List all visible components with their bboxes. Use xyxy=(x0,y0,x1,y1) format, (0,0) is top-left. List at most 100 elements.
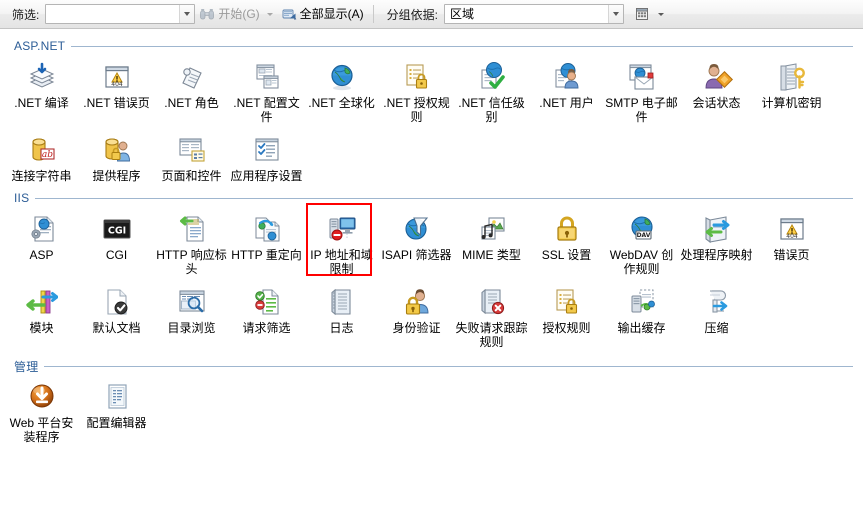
feature-configuration-editor[interactable]: 配置编辑器 xyxy=(79,375,154,444)
connection-strings-icon: ab xyxy=(26,134,58,166)
net-users-icon xyxy=(551,61,583,93)
feature-error-pages[interactable]: 404 错误页 xyxy=(754,207,829,276)
feature-label: HTTP 响应标头 xyxy=(156,248,227,276)
feature-net-authorization-rules[interactable]: .NET 授权规则 xyxy=(379,55,454,124)
feature-http-response-headers[interactable]: HTTP 响应标头 xyxy=(154,207,229,276)
feature-request-filtering[interactable]: 请求筛选 xyxy=(229,276,304,349)
request-filtering-icon xyxy=(251,286,283,318)
show-all-button-label: 全部显示(A) xyxy=(299,7,364,21)
feature-label: MIME 类型 xyxy=(462,248,521,262)
asp-icon xyxy=(26,213,58,245)
feature-net-error-pages[interactable]: 404 .NET 错误页 xyxy=(79,55,154,124)
feature-smtp-email[interactable]: SMTP 电子邮件 xyxy=(604,55,679,124)
feature-authentication[interactable]: 身份验证 xyxy=(379,276,454,349)
view-options-button[interactable] xyxy=(630,3,654,25)
feature-net-trust-levels[interactable]: .NET 信任级别 xyxy=(454,55,529,124)
feature-label: .NET 错误页 xyxy=(83,96,150,110)
feature-asp[interactable]: ASP xyxy=(4,207,79,276)
feature-mime-types[interactable]: MIME 类型 xyxy=(454,207,529,276)
start-button[interactable]: 开始(G) xyxy=(195,3,263,25)
filter-input[interactable] xyxy=(45,4,196,24)
feature-label: 计算机密钥 xyxy=(761,96,822,110)
feature-modules[interactable]: 模块 xyxy=(4,276,79,349)
group-by-select[interactable]: 区域 xyxy=(444,4,625,24)
start-dropdown-arrow[interactable] xyxy=(264,3,277,25)
feature-label: 授权规则 xyxy=(542,321,591,335)
application-settings-icon xyxy=(251,134,283,166)
feature-net-compilation[interactable]: .NET 编译 xyxy=(4,55,79,124)
group-by-dropdown-arrow[interactable] xyxy=(608,5,624,23)
features-content: ASP.NET .NET 编译 404 .NET 错误页 .NET 角色 .NE… xyxy=(0,29,863,444)
feature-grid-management: Web 平台安装程序 配置编辑器 xyxy=(0,375,863,444)
error-pages-icon: 404 xyxy=(776,213,808,245)
view-options-icon xyxy=(634,6,650,22)
feature-ip-address-domain-restrictions[interactable]: IP 地址和域限制 xyxy=(304,207,379,276)
svg-text:404: 404 xyxy=(111,81,123,88)
net-trust-levels-icon xyxy=(476,61,508,93)
feature-web-platform-installer[interactable]: Web 平台安装程序 xyxy=(4,375,79,444)
show-all-button[interactable]: 全部显示(A) xyxy=(277,3,368,25)
toolbar-separator xyxy=(372,5,374,23)
feature-failed-request-tracing-rules[interactable]: 失败请求跟踪规则 xyxy=(454,276,529,349)
feature-application-settings[interactable]: 应用程序设置 xyxy=(229,124,304,183)
feature-session-state[interactable]: 会话状态 xyxy=(679,55,754,124)
feature-pages-and-controls[interactable]: 页面和控件 xyxy=(154,124,229,183)
feature-providers[interactable]: 提供程序 xyxy=(79,124,154,183)
feature-net-globalization[interactable]: .NET 全球化 xyxy=(304,55,379,124)
group-by-value: 区域 xyxy=(450,7,475,21)
feature-label: 日志 xyxy=(329,321,354,335)
feature-grid-iis: ASP CGI CGI HTTP 响应标头 HTTP 重定向 IP 地址和域限制… xyxy=(0,203,863,349)
show-all-icon xyxy=(281,6,297,22)
feature-label: 请求筛选 xyxy=(242,321,291,335)
filter-dropdown-arrow[interactable] xyxy=(179,5,195,23)
isapi-filters-icon xyxy=(401,213,433,245)
feature-authorization-rules[interactable]: 授权规则 xyxy=(529,276,604,349)
feature-net-roles[interactable]: .NET 角色 xyxy=(154,55,229,124)
section-rule xyxy=(44,365,853,367)
feature-isapi-filters[interactable]: ISAPI 筛选器 xyxy=(379,207,454,276)
feature-directory-browsing[interactable]: 目录浏览 xyxy=(154,276,229,349)
feature-machine-key[interactable]: 计算机密钥 xyxy=(754,55,829,124)
section-aspnet: ASP.NET .NET 编译 404 .NET 错误页 .NET 角色 .NE… xyxy=(0,29,863,183)
ssl-settings-icon xyxy=(551,213,583,245)
section-rule xyxy=(71,45,853,47)
feature-compression[interactable]: 压缩 xyxy=(679,276,754,349)
svg-text:ab: ab xyxy=(41,150,52,160)
feature-label: 身份验证 xyxy=(392,321,441,335)
feature-label: 会话状态 xyxy=(692,96,741,110)
feature-label: 模块 xyxy=(29,321,54,335)
feature-label: 提供程序 xyxy=(92,169,141,183)
feature-connection-strings[interactable]: ab 连接字符串 xyxy=(4,124,79,183)
feature-webdav-authoring-rules[interactable]: DAV WebDAV 创作规则 xyxy=(604,207,679,276)
feature-label: .NET 角色 xyxy=(164,96,219,110)
svg-text:CGI: CGI xyxy=(107,226,125,237)
feature-logging[interactable]: 日志 xyxy=(304,276,379,349)
view-options-dropdown-arrow[interactable] xyxy=(654,3,667,25)
feature-net-users[interactable]: .NET 用户 xyxy=(529,55,604,124)
feature-label: 压缩 xyxy=(704,321,729,335)
feature-ssl-settings[interactable]: SSL 设置 xyxy=(529,207,604,276)
feature-label: .NET 全球化 xyxy=(308,96,375,110)
http-response-headers-icon xyxy=(176,213,208,245)
feature-cgi[interactable]: CGI CGI xyxy=(79,207,154,276)
feature-handler-mappings[interactable]: 处理程序映射 xyxy=(679,207,754,276)
pages-and-controls-icon xyxy=(176,134,208,166)
cgi-icon: CGI xyxy=(101,213,133,245)
features-toolbar: 筛选: 开始(G) 全部显示(A) 分组依据: 区域 xyxy=(0,0,863,29)
ip-address-domain-restrictions-icon xyxy=(326,213,358,245)
feature-http-redirect[interactable]: HTTP 重定向 xyxy=(229,207,304,276)
feature-net-profile[interactable]: .NET 配置文件 xyxy=(229,55,304,124)
net-roles-icon xyxy=(176,61,208,93)
session-state-icon xyxy=(701,61,733,93)
logging-icon xyxy=(326,286,358,318)
section-title-aspnet: ASP.NET xyxy=(14,39,66,53)
failed-request-tracing-rules-icon xyxy=(476,286,508,318)
feature-output-caching[interactable]: 输出缓存 xyxy=(604,276,679,349)
feature-label: 配置编辑器 xyxy=(86,416,147,430)
feature-label: ASP xyxy=(29,248,54,262)
compression-icon xyxy=(701,286,733,318)
filter-label: 筛选: xyxy=(12,7,40,22)
feature-default-document[interactable]: 默认文档 xyxy=(79,276,154,349)
feature-label: .NET 配置文件 xyxy=(233,96,300,124)
feature-label: .NET 用户 xyxy=(539,96,594,110)
